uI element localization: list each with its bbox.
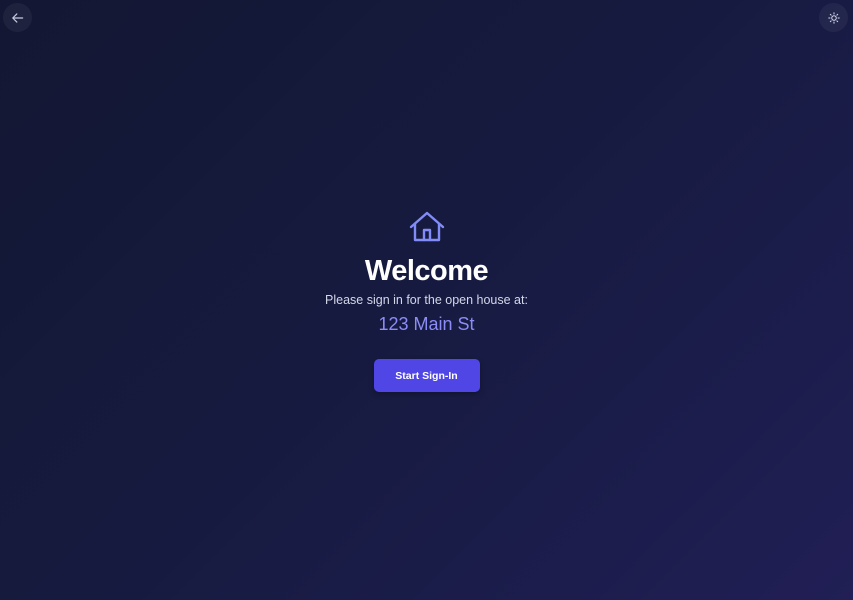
property-address: 123 Main St: [378, 314, 475, 334]
sun-icon: [827, 11, 840, 24]
house-icon: [409, 211, 444, 242]
back-button[interactable]: [3, 3, 32, 32]
welcome-panel: Welcome Please sign in for the open hous…: [0, 210, 853, 392]
theme-toggle-button[interactable]: [819, 3, 848, 32]
arrow-left-icon: [11, 12, 23, 23]
subtitle-text: Please sign in for the open house at:: [325, 293, 528, 307]
start-sign-in-button[interactable]: Start Sign-In: [373, 359, 480, 392]
page-title: Welcome: [364, 255, 489, 287]
